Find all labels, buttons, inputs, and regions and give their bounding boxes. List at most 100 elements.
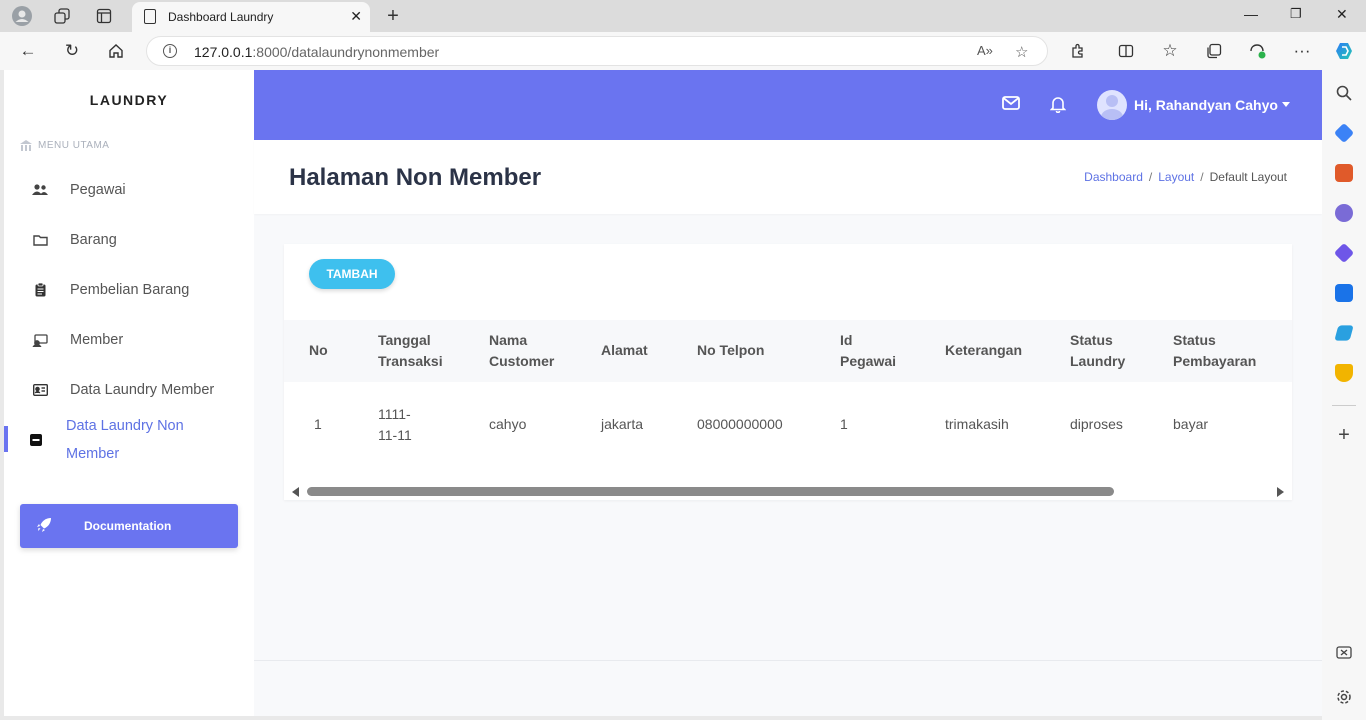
- page-title: Halaman Non Member: [289, 164, 542, 191]
- sidebar-item-data-laundry-non-member[interactable]: Data Laundry Non Member: [4, 412, 254, 468]
- close-tab-icon[interactable]: ✕: [350, 8, 362, 25]
- add-icon[interactable]: +: [1335, 425, 1353, 445]
- sidebar-item-data-laundry-member[interactable]: Data Laundry Member: [4, 370, 254, 410]
- footer-divider: [254, 660, 1322, 661]
- tab-actions-icon[interactable]: [94, 6, 114, 26]
- favorite-star-icon[interactable]: ☆: [1015, 43, 1028, 61]
- cell-no: 1: [314, 416, 322, 432]
- rocket-icon: [36, 517, 52, 537]
- column-header-status-pembayaran: Status Pembayaran: [1173, 332, 1257, 369]
- collections-icon[interactable]: [1202, 40, 1226, 62]
- chevron-down-icon[interactable]: [1282, 102, 1290, 107]
- column-header-tanggal-transaksi: Tanggal Transaksi: [378, 332, 443, 369]
- column-header-id-pegawai: Id Pegawai: [840, 332, 897, 369]
- sidebar-item-label: Pembelian Barang: [70, 282, 190, 298]
- profile-icon[interactable]: [12, 6, 32, 26]
- cell-status-laundry: diproses: [1070, 416, 1123, 432]
- sidebar-item-barang[interactable]: Barang: [4, 220, 254, 260]
- sidebar-item-label: Pegawai: [70, 182, 126, 198]
- workspaces-icon[interactable]: [52, 6, 72, 26]
- page-header: Halaman Non Member Dashboard / Layout / Defa…: [254, 140, 1322, 214]
- sidebar-item-label: Data Laundry Member: [70, 382, 215, 398]
- sidebar: LAUNDRY MENU UTAMA Pegawai Barang Pembel…: [4, 70, 254, 716]
- folder-icon: [32, 233, 48, 247]
- microsoft-365-icon[interactable]: [1333, 242, 1355, 264]
- home-icon[interactable]: [104, 40, 128, 62]
- minimize-icon[interactable]: —: [1244, 6, 1258, 22]
- url-text: 127.0.0.1:8000/datalaundrynonmember: [194, 44, 440, 60]
- scroll-right-arrow-icon[interactable]: [1277, 487, 1284, 497]
- column-header-status-laundry: Status Laundry: [1070, 332, 1126, 369]
- outlook-icon[interactable]: [1335, 284, 1353, 302]
- shopping-tag-icon[interactable]: [1333, 122, 1355, 144]
- sidebar-item-pegawai[interactable]: Pegawai: [4, 170, 254, 210]
- brand-logo[interactable]: LAUNDRY: [4, 92, 254, 108]
- id-card-icon: [32, 383, 48, 397]
- column-header-no-telpon: No Telpon: [697, 342, 765, 358]
- bell-icon[interactable]: [1049, 95, 1067, 118]
- active-indicator: [4, 426, 8, 452]
- browser-tab[interactable]: Dashboard Laundry ✕: [132, 2, 370, 32]
- member-card-icon: [32, 333, 48, 347]
- toolbox-icon[interactable]: [1335, 164, 1353, 182]
- cell-status-pembayaran: bayar: [1173, 416, 1209, 432]
- scrollbar-thumb[interactable]: [307, 487, 1114, 496]
- column-header-keterangan: Keterangan: [945, 342, 1023, 358]
- users-icon: [32, 183, 48, 197]
- browser-tab-bar: Dashboard Laundry ✕ + — ❐ ✕: [0, 0, 1366, 32]
- read-aloud-icon[interactable]: A»: [977, 43, 993, 58]
- send-icon[interactable]: [1334, 325, 1354, 341]
- browser-toolbar: ← ↻ i 127.0.0.1:8000/datalaundrynonmembe…: [0, 32, 1366, 70]
- close-window-icon[interactable]: ✕: [1336, 6, 1348, 23]
- breadcrumb: Dashboard / Layout / Default Layout: [1084, 170, 1287, 184]
- column-header-nama-customer: Nama Customer: [489, 332, 555, 369]
- sidebar-item-pembelian-barang[interactable]: Pembelian Barang: [4, 270, 254, 310]
- favorites-icon[interactable]: ☆: [1158, 40, 1182, 62]
- table-header: No Tanggal Transaksi Nama Customer Alamat …: [284, 320, 1292, 382]
- documentation-button[interactable]: Documentation: [20, 504, 238, 548]
- horizontal-scrollbar[interactable]: [284, 484, 1292, 500]
- new-tab-icon[interactable]: +: [383, 5, 403, 27]
- screenshot-icon[interactable]: [1335, 644, 1353, 662]
- search-icon[interactable]: [1335, 84, 1353, 102]
- menu-heading-label: MENU UTAMA: [38, 140, 110, 151]
- more-options-icon[interactable]: ···: [1290, 40, 1314, 62]
- sidebar-item-label: Barang: [70, 232, 117, 248]
- cell-alamat: jakarta: [601, 416, 644, 432]
- site-info-icon[interactable]: i: [163, 44, 177, 58]
- cell-no-telpon: 08000000000: [697, 416, 783, 432]
- documentation-label: Documentation: [84, 519, 172, 533]
- settings-gear-icon[interactable]: [1335, 688, 1353, 706]
- bank-icon: [20, 140, 33, 151]
- scroll-left-arrow-icon[interactable]: [292, 487, 299, 497]
- clipboard-icon: [32, 283, 48, 297]
- column-header-alamat: Alamat: [601, 342, 648, 358]
- avatar[interactable]: [1097, 90, 1127, 120]
- games-icon[interactable]: [1335, 204, 1353, 222]
- performance-icon[interactable]: [1246, 40, 1270, 62]
- copilot-icon[interactable]: [1332, 40, 1356, 62]
- rewards-icon[interactable]: [1335, 364, 1353, 382]
- cell-id-pegawai: 1: [840, 416, 848, 432]
- sidebar-item-member[interactable]: Member: [4, 320, 254, 360]
- cell-tanggal-transaksi: 1111- 11-11: [378, 406, 412, 443]
- user-name[interactable]: Hi, Rahandyan Cahyo: [1134, 97, 1278, 113]
- mail-icon[interactable]: [1002, 96, 1020, 115]
- app-window: LAUNDRY MENU UTAMA Pegawai Barang Pembel…: [4, 70, 1322, 716]
- address-bar[interactable]: i 127.0.0.1:8000/datalaundrynonmember A»…: [146, 36, 1048, 66]
- breadcrumb-current: Default Layout: [1209, 170, 1287, 184]
- cell-nama-customer: cahyo: [489, 416, 527, 432]
- refresh-icon[interactable]: ↻: [60, 40, 84, 62]
- split-screen-icon[interactable]: [1114, 40, 1138, 62]
- breadcrumb-link-dashboard[interactable]: Dashboard: [1084, 170, 1143, 184]
- sidebar-item-label: Member: [70, 332, 124, 348]
- divider: [1332, 405, 1356, 406]
- extensions-icon[interactable]: [1066, 40, 1090, 62]
- top-navbar: Hi, Rahandyan Cahyo: [254, 70, 1322, 140]
- sidebar-item-label: Data Laundry Non Member: [66, 418, 184, 462]
- back-icon[interactable]: ←: [16, 40, 40, 62]
- tab-title: Dashboard Laundry: [168, 10, 274, 24]
- add-button[interactable]: TAMBAH: [309, 259, 395, 289]
- breadcrumb-link-layout[interactable]: Layout: [1158, 170, 1194, 184]
- restore-icon[interactable]: ❐: [1290, 6, 1302, 22]
